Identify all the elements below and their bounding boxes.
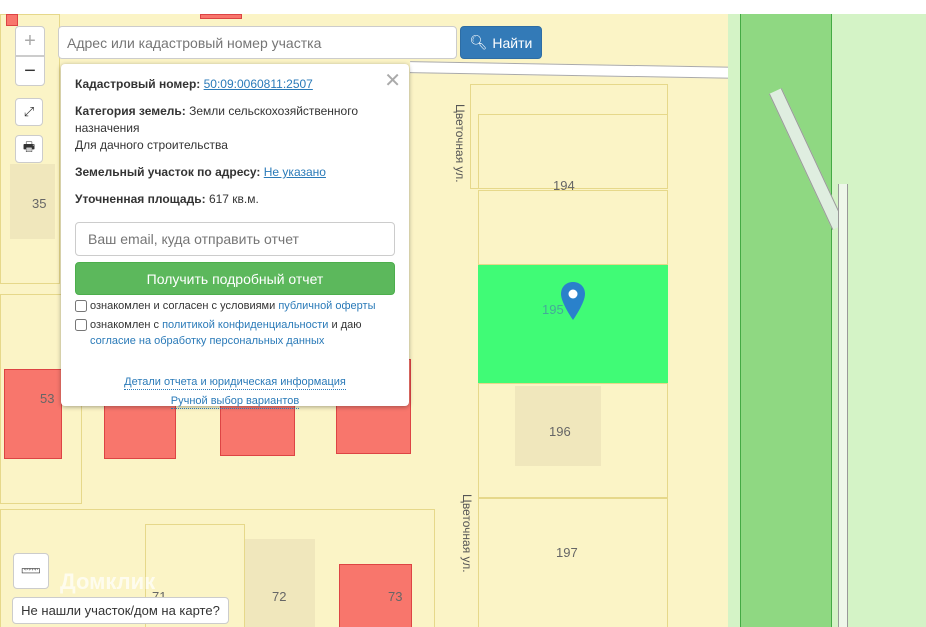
printer-icon: 🖶	[22, 139, 36, 154]
parcel-label: 53	[40, 391, 55, 406]
address-row: Земельный участок по адресу: Не указано	[75, 164, 395, 181]
get-report-button[interactable]: Получить подробный отчет	[75, 262, 395, 295]
manual-select-link[interactable]: Ручной выбор вариантов	[170, 394, 300, 409]
ruler-icon: 📏︎	[18, 558, 45, 585]
building-red	[104, 404, 176, 459]
parcel-label: 196	[549, 424, 571, 439]
search-button[interactable]: 🔍︎ Найти	[460, 26, 542, 59]
parcel	[478, 498, 668, 627]
privacy-agreement: ознакомлен с политикой конфиденциальност…	[75, 317, 395, 349]
parcel-info-popup: ✕ Кадастровый номер: 50:09:0060811:2507 …	[61, 64, 409, 409]
ruler-button[interactable]: 📏︎	[13, 553, 49, 589]
offer-agreement: ознакомлен и согласен с условиями публич…	[75, 298, 395, 314]
privacy-checkbox[interactable]	[75, 319, 87, 331]
category-row: Категория земель: Земли сельскохозяйстве…	[75, 103, 395, 154]
parcel-label: 73	[388, 589, 403, 604]
area-label: Уточненная площадь:	[75, 192, 206, 206]
cadastral-row: Кадастровый номер: 50:09:0060811:2507	[75, 76, 395, 93]
street-label: Цветочная ул.	[460, 494, 474, 573]
privacy-link[interactable]: политикой конфиденциальности	[162, 319, 328, 331]
offer-link[interactable]: публичной оферты	[278, 300, 375, 312]
address-link[interactable]: Не указано	[264, 165, 326, 179]
fullscreen-button[interactable]: ⤢	[15, 98, 43, 126]
building	[245, 539, 315, 627]
close-icon[interactable]: ✕	[384, 68, 401, 93]
search-input[interactable]	[58, 26, 457, 59]
consent-link[interactable]: согласие на обработку персональных данны…	[90, 335, 324, 347]
building-red	[6, 14, 18, 26]
zoom-in-button[interactable]: +	[15, 26, 45, 56]
agree1-text: ознакомлен и согласен с условиями	[90, 300, 279, 312]
usage-value: Для дачного строительства	[75, 138, 228, 152]
cadastral-label: Кадастровый номер:	[75, 77, 201, 91]
parcel-label: 35	[32, 196, 47, 211]
road	[838, 184, 848, 627]
building-red	[200, 14, 242, 19]
watermark: Домклик	[60, 569, 156, 594]
parcel-label: 72	[272, 589, 287, 604]
location-marker-icon[interactable]	[561, 282, 585, 323]
search-icon: 🔍︎	[469, 34, 488, 50]
street-label: Цветочная ул.	[453, 104, 467, 183]
zoom-out-button[interactable]: −	[15, 56, 45, 86]
category-label: Категория земель:	[75, 104, 186, 118]
search-button-label: Найти	[492, 34, 533, 51]
address-label: Земельный участок по адресу:	[75, 165, 261, 179]
area-value: 617 кв.м.	[208, 192, 259, 206]
offer-checkbox[interactable]	[75, 300, 87, 312]
area-row: Уточненная площадь: 617 кв.м.	[75, 191, 395, 208]
parcel-label: 197	[556, 545, 578, 560]
building-red	[220, 404, 295, 456]
expand-icon: ⤢	[23, 104, 35, 119]
agree2-text: ознакомлен с	[90, 319, 163, 331]
cadastral-link[interactable]: 50:09:0060811:2507	[204, 77, 313, 91]
building-red	[4, 369, 62, 459]
not-found-button[interactable]: Не нашли участок/дом на карте?	[12, 597, 229, 624]
print-button[interactable]: 🖶	[15, 135, 43, 163]
parcel	[478, 190, 668, 265]
details-link[interactable]: Детали отчета и юридическая информация	[124, 375, 346, 390]
agree2-mid: и даю	[328, 319, 362, 331]
road	[409, 61, 741, 79]
email-input[interactable]	[75, 222, 395, 256]
